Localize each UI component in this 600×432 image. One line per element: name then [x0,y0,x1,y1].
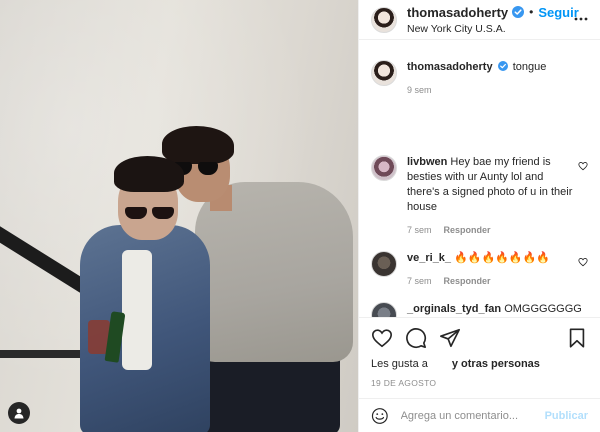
comment-username[interactable]: livbwen [407,156,447,168]
comment-meta: 7 sem Responder [407,225,574,235]
user-tag-button[interactable] [8,402,30,424]
publish-button[interactable]: Publicar [545,410,588,422]
heart-icon[interactable] [371,327,393,349]
bookmark-icon[interactable] [566,327,588,349]
caption-text-line: thomasadoherty tongue [407,60,588,75]
caption-body: thomasadoherty tongue 9 sem [407,60,588,95]
header-line: thomasadoherty • Seguir [407,5,579,20]
comment-time[interactable]: 7 sem [407,276,432,286]
emoji-icon[interactable] [371,406,389,426]
action-icons [371,324,588,352]
comment-text-line: _orginals_tyd_fan OMGGGGGGG [407,302,588,317]
more-icon[interactable] [574,12,588,26]
person-left-shirt [122,250,152,370]
add-comment-bar: Publicar [359,398,600,432]
comment-text: OMGGGGGGG [504,303,582,315]
post-photo[interactable] [0,0,358,432]
comment-time[interactable]: 7 sem [407,225,432,235]
post-header: thomasadoherty • Seguir New York City U.… [359,0,600,40]
header-username[interactable]: thomasadoherty [407,5,508,20]
verified-badge-icon [512,6,525,18]
person-left-hair [114,156,184,192]
comment-heart-icon[interactable] [578,161,588,171]
user-tag-icon [14,408,24,419]
comment-text: 🔥🔥🔥🔥🔥🔥🔥 [454,252,550,264]
comment-item: ve_ri_k_ 🔥🔥🔥🔥🔥🔥🔥 7 sem Responder [371,251,588,286]
person-right-hair [162,126,234,164]
comment-item: _orginals_tyd_fan OMGGGGGGG [371,302,588,317]
caption-time[interactable]: 9 sem [407,85,432,95]
header-text: thomasadoherty • Seguir New York City U.… [407,5,579,35]
location-link[interactable]: New York City U.S.A. [407,23,579,35]
verified-badge-icon [497,61,508,71]
caption-username[interactable]: thomasadoherty [407,61,493,73]
comment-input[interactable] [398,408,545,423]
caption: thomasadoherty tongue 9 sem [371,40,588,95]
comment-avatar[interactable] [371,302,397,317]
comment-text-line: livbwen Hey bae my friend is besties wit… [407,155,574,215]
comment-heart-icon[interactable] [578,257,588,267]
comment-avatar[interactable] [371,251,397,277]
follow-button[interactable]: Seguir [538,5,578,20]
reply-button[interactable]: Responder [444,276,491,286]
comment-body: livbwen Hey bae my friend is besties wit… [407,155,574,235]
likes-summary: Les gusta a y otras personas [371,358,588,370]
instagram-post: thomasadoherty • Seguir New York City U.… [0,0,600,432]
comment-item: livbwen Hey bae my friend is besties wit… [371,155,588,235]
comment-text-line: ve_ri_k_ 🔥🔥🔥🔥🔥🔥🔥 [407,251,574,266]
comments-list[interactable]: thomasadoherty tongue 9 sem livbwen Hey … [359,40,600,317]
likes-others-link[interactable]: y otras personas [452,358,540,370]
caption-avatar[interactable] [371,60,397,86]
comment-avatar[interactable] [371,155,397,181]
comment-icon[interactable] [405,327,427,349]
caption-meta: 9 sem [407,85,588,95]
reply-button[interactable]: Responder [444,225,491,235]
likes-prefix: Les gusta a [371,358,428,370]
person-left-sunglasses [125,207,175,219]
post-side-panel: thomasadoherty • Seguir New York City U.… [358,0,600,432]
comment-username[interactable]: ve_ri_k_ [407,252,451,264]
comment-body: ve_ri_k_ 🔥🔥🔥🔥🔥🔥🔥 7 sem Responder [407,251,574,286]
action-bar: Les gusta a y otras personas 19 de agost… [359,317,600,388]
avatar[interactable] [371,6,397,33]
comment-body: _orginals_tyd_fan OMGGGGGGG [407,302,588,317]
separator-dot: • [529,5,534,19]
share-icon[interactable] [439,327,461,349]
caption-text: tongue [512,61,547,73]
post-date[interactable]: 19 de agosto [371,378,588,388]
comment-meta: 7 sem Responder [407,276,574,286]
comment-username[interactable]: _orginals_tyd_fan [407,303,501,315]
